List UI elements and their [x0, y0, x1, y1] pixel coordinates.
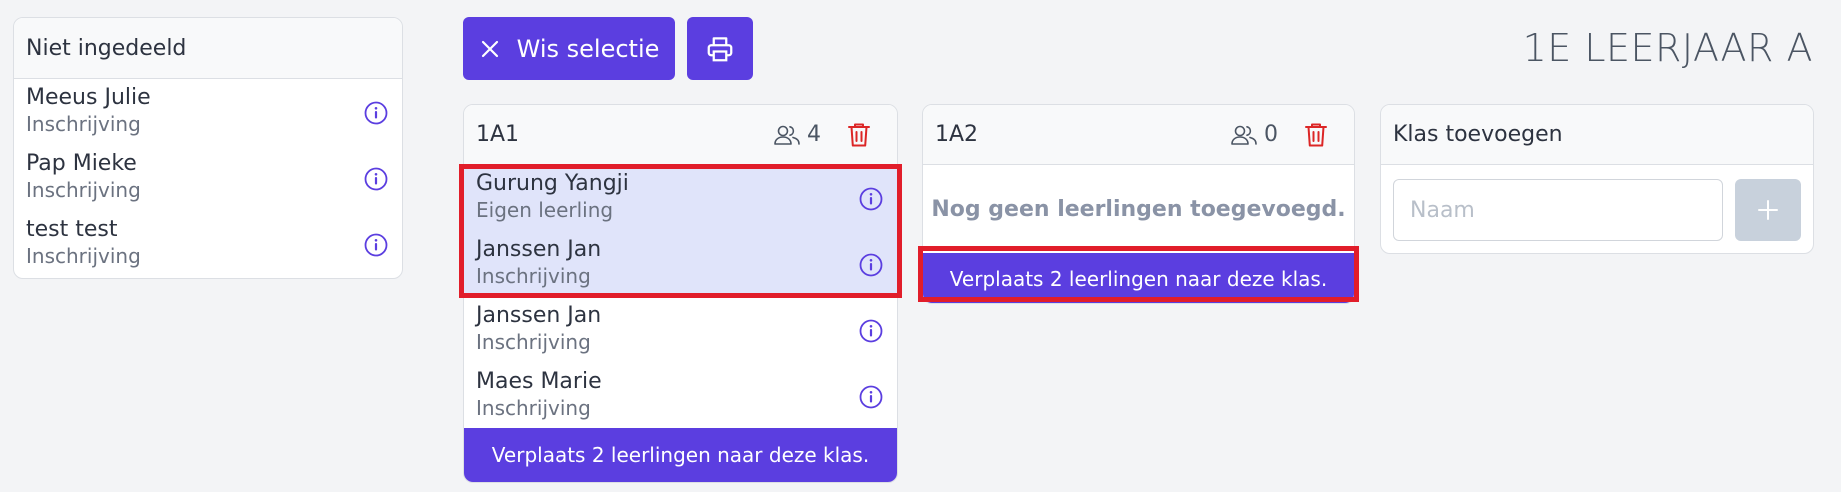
student-name: Janssen Jan — [476, 303, 602, 328]
print-button[interactable] — [687, 17, 753, 80]
class-name-input[interactable] — [1393, 179, 1723, 241]
trash-icon — [1305, 123, 1327, 146]
printer-icon — [707, 36, 733, 61]
class-header: 1A2 0 — [923, 105, 1354, 165]
unassigned-panel: Niet ingedeeld Meeus Julie Inschrijving … — [13, 17, 403, 279]
move-students-button[interactable]: Verplaats 2 leerlingen naar deze klas. — [923, 253, 1354, 303]
list-item[interactable]: Pap Mieke Inschrijving — [14, 145, 402, 211]
student-status: Inschrijving — [476, 330, 591, 354]
student-status: Inschrijving — [26, 244, 141, 268]
student-status: Eigen leerling — [476, 198, 614, 222]
class-card-1a2: 1A2 0 Nog geen leerlingen toegevoegd. Ve… — [922, 104, 1355, 304]
student-count: 0 — [1230, 122, 1278, 147]
info-icon[interactable] — [364, 167, 388, 191]
class-header: 1A1 4 — [464, 105, 897, 165]
student-name: Meeus Julie — [26, 85, 151, 110]
info-icon[interactable] — [364, 101, 388, 125]
student-name: Pap Mieke — [26, 151, 137, 176]
list-item[interactable]: Janssen Jan Inschrijving — [464, 231, 897, 297]
page-title: 1E LEERJAAR A — [1522, 26, 1813, 70]
info-icon[interactable] — [364, 233, 388, 257]
add-class-title: Klas toevoegen — [1393, 122, 1563, 147]
add-class-panel: Klas toevoegen — [1380, 104, 1814, 254]
list-item[interactable]: test test Inschrijving — [14, 211, 402, 277]
delete-class-button[interactable] — [845, 121, 873, 149]
student-name: Janssen Jan — [476, 237, 602, 262]
student-count: 4 — [773, 122, 821, 147]
clear-selection-button[interactable]: Wis selectie — [463, 17, 675, 80]
users-icon — [774, 125, 800, 145]
info-icon[interactable] — [859, 319, 883, 343]
unassigned-header: Niet ingedeeld — [14, 18, 402, 79]
student-status: Inschrijving — [26, 178, 141, 202]
list-item[interactable]: Meeus Julie Inschrijving — [14, 79, 402, 145]
student-name: test test — [26, 217, 118, 242]
student-status: Inschrijving — [26, 112, 141, 136]
users-icon — [1231, 125, 1257, 145]
unassigned-title: Niet ingedeeld — [26, 35, 187, 61]
info-icon[interactable] — [859, 385, 883, 409]
plus-icon — [1758, 200, 1778, 220]
student-name: Gurung Yangji — [476, 171, 629, 196]
info-icon[interactable] — [859, 187, 883, 211]
add-class-button[interactable] — [1735, 179, 1801, 241]
trash-icon — [848, 123, 870, 146]
list-item[interactable]: Gurung Yangji Eigen leerling — [464, 165, 897, 231]
student-status: Inschrijving — [476, 396, 591, 420]
close-icon — [481, 40, 498, 57]
clear-selection-label: Wis selectie — [516, 34, 660, 63]
delete-class-button[interactable] — [1302, 121, 1330, 149]
student-count-value: 0 — [1264, 122, 1278, 147]
class-card-1a1: 1A1 4 Gurung Yangji Eigen leerling Janss… — [463, 104, 898, 483]
class-name: 1A1 — [476, 122, 520, 147]
list-item[interactable]: Janssen Jan Inschrijving — [464, 297, 897, 363]
list-item[interactable]: Maes Marie Inschrijving — [464, 363, 897, 429]
student-name: Maes Marie — [476, 369, 602, 394]
class-name: 1A2 — [935, 122, 979, 147]
move-students-button[interactable]: Verplaats 2 leerlingen naar deze klas. — [464, 428, 897, 482]
empty-message: Nog geen leerlingen toegevoegd. — [931, 196, 1346, 222]
add-class-header: Klas toevoegen — [1381, 105, 1813, 165]
student-count-value: 4 — [807, 122, 821, 147]
info-icon[interactable] — [859, 253, 883, 277]
student-status: Inschrijving — [476, 264, 591, 288]
